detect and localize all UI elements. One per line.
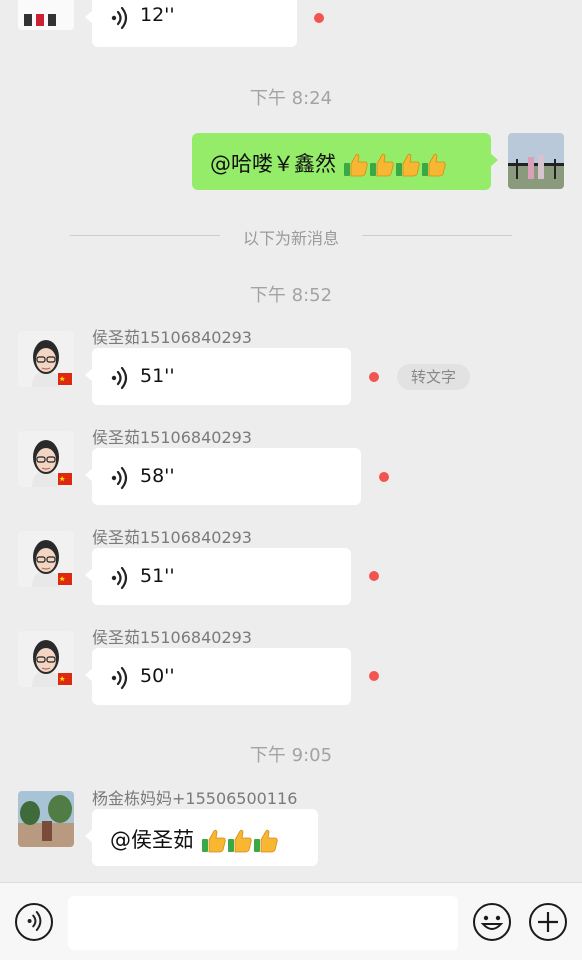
voice-duration: 58'' bbox=[140, 465, 175, 487]
voice-icon bbox=[110, 366, 130, 390]
text-message-bubble[interactable]: @侯圣茹 bbox=[85, 809, 318, 866]
plus-button[interactable] bbox=[529, 903, 567, 941]
voice-mode-button[interactable] bbox=[15, 903, 53, 941]
timestamp: 下午 8:52 bbox=[249, 285, 333, 306]
voice-duration: 51'' bbox=[140, 565, 175, 587]
input-bar bbox=[0, 882, 582, 960]
sender-avatar[interactable] bbox=[18, 791, 74, 847]
thumbs-up-icon bbox=[369, 152, 395, 178]
avatar-top[interactable] bbox=[18, 0, 74, 30]
plus-icon bbox=[538, 912, 558, 932]
message-text: @侯圣茹 bbox=[110, 824, 279, 854]
unread-dot bbox=[314, 13, 324, 23]
new-messages-divider: 以下为新消息 bbox=[242, 229, 339, 248]
thumbs-up-icon bbox=[201, 828, 227, 854]
unread-dot bbox=[379, 472, 389, 482]
voice-icon bbox=[110, 466, 130, 490]
sender-name: 侯圣茹15106840293 bbox=[92, 528, 252, 547]
sender-name: 杨金栋妈妈+15506500116 bbox=[92, 789, 298, 808]
sender-avatar[interactable] bbox=[18, 331, 74, 387]
divider-line-left bbox=[70, 235, 220, 236]
voice-icon bbox=[110, 666, 130, 690]
voice-message-bubble[interactable]: 58'' bbox=[85, 448, 361, 505]
emoji-icon bbox=[480, 915, 504, 930]
unread-dot bbox=[369, 571, 379, 581]
voice-duration: 50'' bbox=[140, 665, 175, 687]
unread-dot bbox=[369, 372, 379, 382]
thumbs-up-icon bbox=[343, 152, 369, 178]
voice-message-bubble[interactable]: 51'' bbox=[85, 348, 351, 405]
emoji-button[interactable] bbox=[473, 903, 511, 941]
thumbs-up-icon bbox=[395, 152, 421, 178]
voice-duration: 12'' bbox=[140, 4, 175, 26]
sender-avatar[interactable] bbox=[18, 631, 74, 687]
divider-line-right bbox=[362, 235, 512, 236]
sender-name: 侯圣茹15106840293 bbox=[92, 428, 252, 447]
thumbs-up-icon bbox=[227, 828, 253, 854]
voice-icon bbox=[110, 566, 130, 590]
voice-bubble-top[interactable]: 12'' bbox=[85, 0, 297, 47]
timestamp: 下午 9:05 bbox=[249, 745, 333, 766]
convert-to-text-button[interactable]: 转文字 bbox=[397, 364, 470, 390]
voice-message-bubble[interactable]: 50'' bbox=[85, 648, 351, 705]
sender-avatar[interactable] bbox=[18, 431, 74, 487]
voice-message-bubble[interactable]: 51'' bbox=[85, 548, 351, 605]
unread-dot bbox=[369, 671, 379, 681]
sender-name: 侯圣茹15106840293 bbox=[92, 628, 252, 647]
thumbs-up-icon bbox=[253, 828, 279, 854]
voice-duration: 51'' bbox=[140, 365, 175, 387]
sender-name: 侯圣茹15106840293 bbox=[92, 328, 252, 347]
self-avatar[interactable] bbox=[508, 133, 564, 189]
sender-avatar[interactable] bbox=[18, 531, 74, 587]
message-input[interactable] bbox=[68, 896, 458, 950]
self-message-text: @哈喽￥鑫然 bbox=[210, 148, 447, 178]
voice-mode-icon bbox=[26, 910, 42, 932]
timestamp: 下午 8:24 bbox=[249, 88, 333, 109]
voice-icon bbox=[110, 6, 130, 30]
self-message-bubble[interactable]: @哈喽￥鑫然 bbox=[192, 133, 498, 190]
thumbs-up-icon bbox=[421, 152, 447, 178]
